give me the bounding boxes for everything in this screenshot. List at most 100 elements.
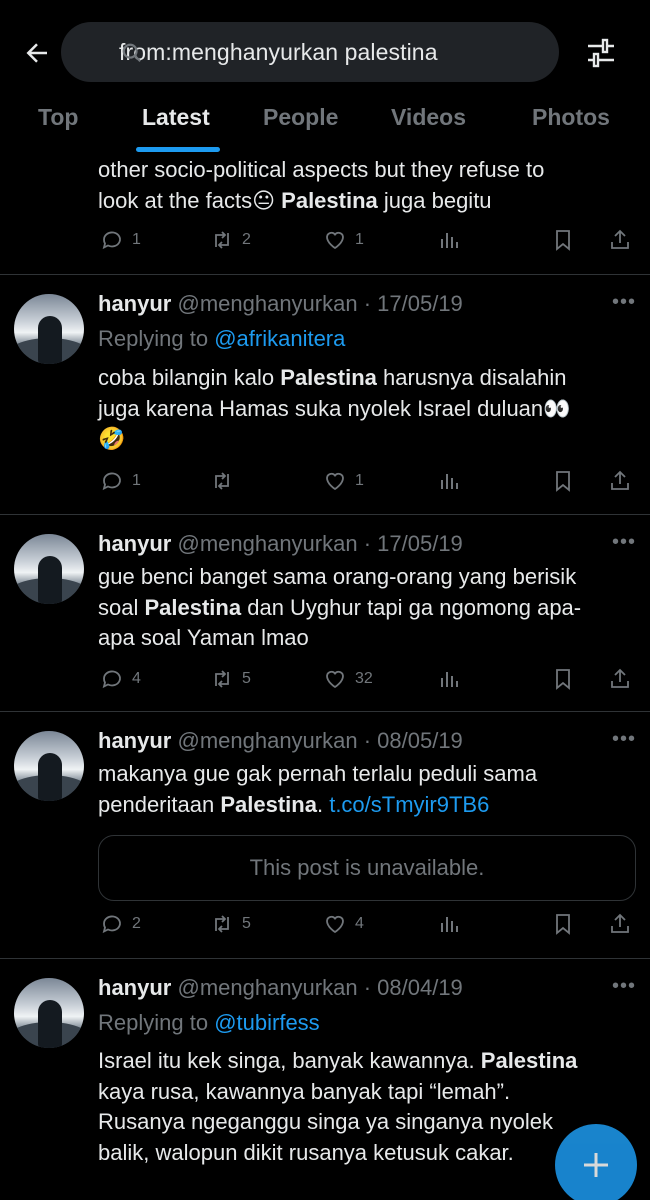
back-arrow-icon[interactable] (20, 36, 54, 70)
bookmark-icon (556, 230, 570, 251)
reply-button[interactable]: 1 (100, 228, 141, 252)
bookmark-icon (556, 914, 570, 935)
retweet-icon (215, 915, 229, 933)
retweet-icon (215, 472, 229, 490)
like-button[interactable]: 32 (323, 667, 373, 691)
search-query: from:menghanyurkan palestina (119, 38, 438, 65)
reply-icon (102, 670, 121, 689)
bookmark-button[interactable] (551, 667, 575, 691)
heart-icon (326, 670, 344, 689)
more-options-icon[interactable]: ••• (612, 531, 636, 554)
more-options-icon[interactable]: ••• (612, 291, 636, 314)
views-chart-icon (441, 917, 458, 932)
tweet-header: hanyur @menghanyurkan · 17/05/19 (98, 531, 463, 557)
tab-videos[interactable]: Videos (391, 104, 466, 131)
display-name[interactable]: hanyur (98, 291, 171, 316)
like-button[interactable]: 4 (323, 912, 364, 936)
tweet-text: coba bilangin kalo Palestina harusnya di… (98, 365, 571, 451)
reply-icon (102, 231, 121, 250)
share-button[interactable] (608, 469, 632, 493)
tweet-actions: 1 2 1 (98, 228, 638, 256)
views-button[interactable] (437, 667, 461, 691)
retweet-icon (215, 231, 229, 249)
bookmark-button[interactable] (551, 912, 575, 936)
share-icon (611, 470, 629, 490)
retweet-button[interactable] (210, 469, 242, 493)
like-button[interactable]: 1 (323, 228, 364, 252)
tweet[interactable]: hanyur @menghanyurkan · 08/04/19 ••• Rep… (0, 959, 650, 1200)
views-button[interactable] (437, 912, 461, 936)
replying-to: Replying to @afrikanitera (98, 326, 346, 351)
tweet-date: · 17/05/19 (363, 531, 463, 556)
tweet[interactable]: hanyur @menghanyurkan · 17/05/19 ••• gue… (0, 515, 650, 712)
tweet-actions: 1 1 (98, 469, 638, 497)
views-button[interactable] (437, 228, 461, 252)
user-handle[interactable]: @menghanyurkan (177, 531, 357, 556)
share-icon (611, 913, 629, 933)
user-handle[interactable]: @menghanyurkan (177, 975, 357, 1000)
tab-bar: Top Latest People Videos Photos (0, 96, 650, 152)
tweet-text: makanya gue gak pernah terlalu peduli sa… (98, 761, 538, 817)
views-chart-icon (441, 233, 458, 248)
retweet-icon (215, 670, 229, 688)
more-options-icon[interactable]: ••• (612, 728, 636, 751)
views-chart-icon (441, 672, 458, 687)
retweet-button[interactable]: 5 (210, 667, 251, 691)
retweet-button[interactable]: 5 (210, 912, 251, 936)
avatar[interactable] (14, 294, 84, 364)
tab-latest[interactable]: Latest (142, 104, 210, 131)
tweet-actions: 2 5 4 (98, 912, 638, 940)
like-button[interactable]: 1 (323, 469, 364, 493)
reply-icon (102, 915, 121, 934)
tweet-link[interactable]: t.co/sTmyir9TB6 (329, 792, 489, 817)
share-icon (611, 229, 629, 249)
tweet[interactable]: hanyur @menghanyurkan · 17/05/19 ••• Rep… (0, 275, 650, 515)
unavailable-quote-card[interactable]: This post is unavailable. (98, 835, 636, 901)
share-button[interactable] (608, 912, 632, 936)
display-name[interactable]: hanyur (98, 531, 171, 556)
share-button[interactable] (608, 667, 632, 691)
tweet-date: · 08/04/19 (363, 975, 463, 1000)
tweet-text: gue benci banget sama orang-orang yang b… (98, 564, 582, 650)
tweet[interactable]: other socio-political aspects but they r… (0, 152, 650, 275)
display-name[interactable]: hanyur (98, 975, 171, 1000)
avatar[interactable] (14, 534, 84, 604)
display-name[interactable]: hanyur (98, 728, 171, 753)
tweet-header: hanyur @menghanyurkan · 17/05/19 (98, 291, 463, 317)
filter-sliders-icon[interactable] (584, 36, 618, 70)
compose-button[interactable] (555, 1124, 637, 1200)
views-button[interactable] (437, 469, 461, 493)
more-options-icon[interactable]: ••• (612, 975, 636, 998)
share-icon (611, 668, 629, 688)
search-icon (122, 43, 142, 63)
tweet-date: · 17/05/19 (363, 291, 463, 316)
mention-link[interactable]: @afrikanitera (214, 326, 345, 351)
reply-icon (102, 472, 121, 491)
plus-icon (584, 1153, 608, 1177)
bookmark-icon (556, 471, 570, 492)
reply-button[interactable]: 4 (100, 667, 141, 691)
tab-photos[interactable]: Photos (532, 104, 610, 131)
heart-icon (326, 915, 344, 934)
share-button[interactable] (608, 228, 632, 252)
avatar[interactable] (14, 731, 84, 801)
reply-button[interactable]: 2 (100, 912, 141, 936)
tweet-header: hanyur @menghanyurkan · 08/04/19 (98, 975, 463, 1001)
user-handle[interactable]: @menghanyurkan (177, 291, 357, 316)
avatar[interactable] (14, 978, 84, 1048)
bookmark-button[interactable] (551, 228, 575, 252)
bookmark-button[interactable] (551, 469, 575, 493)
reply-button[interactable]: 1 (100, 469, 141, 493)
tweet[interactable]: hanyur @menghanyurkan · 08/05/19 ••• mak… (0, 712, 650, 959)
heart-icon (326, 472, 344, 491)
tweet-date: · 08/05/19 (363, 728, 463, 753)
mention-link[interactable]: @tubirfess (214, 1010, 319, 1035)
user-handle[interactable]: @menghanyurkan (177, 728, 357, 753)
tab-people[interactable]: People (263, 104, 338, 131)
tab-top[interactable]: Top (38, 104, 78, 131)
tweet-header: hanyur @menghanyurkan · 08/05/19 (98, 728, 463, 754)
search-input[interactable]: from:menghanyurkan palestina (61, 22, 559, 82)
retweet-button[interactable]: 2 (210, 228, 251, 252)
tweet-actions: 4 5 32 (98, 667, 638, 695)
heart-icon (326, 231, 344, 250)
